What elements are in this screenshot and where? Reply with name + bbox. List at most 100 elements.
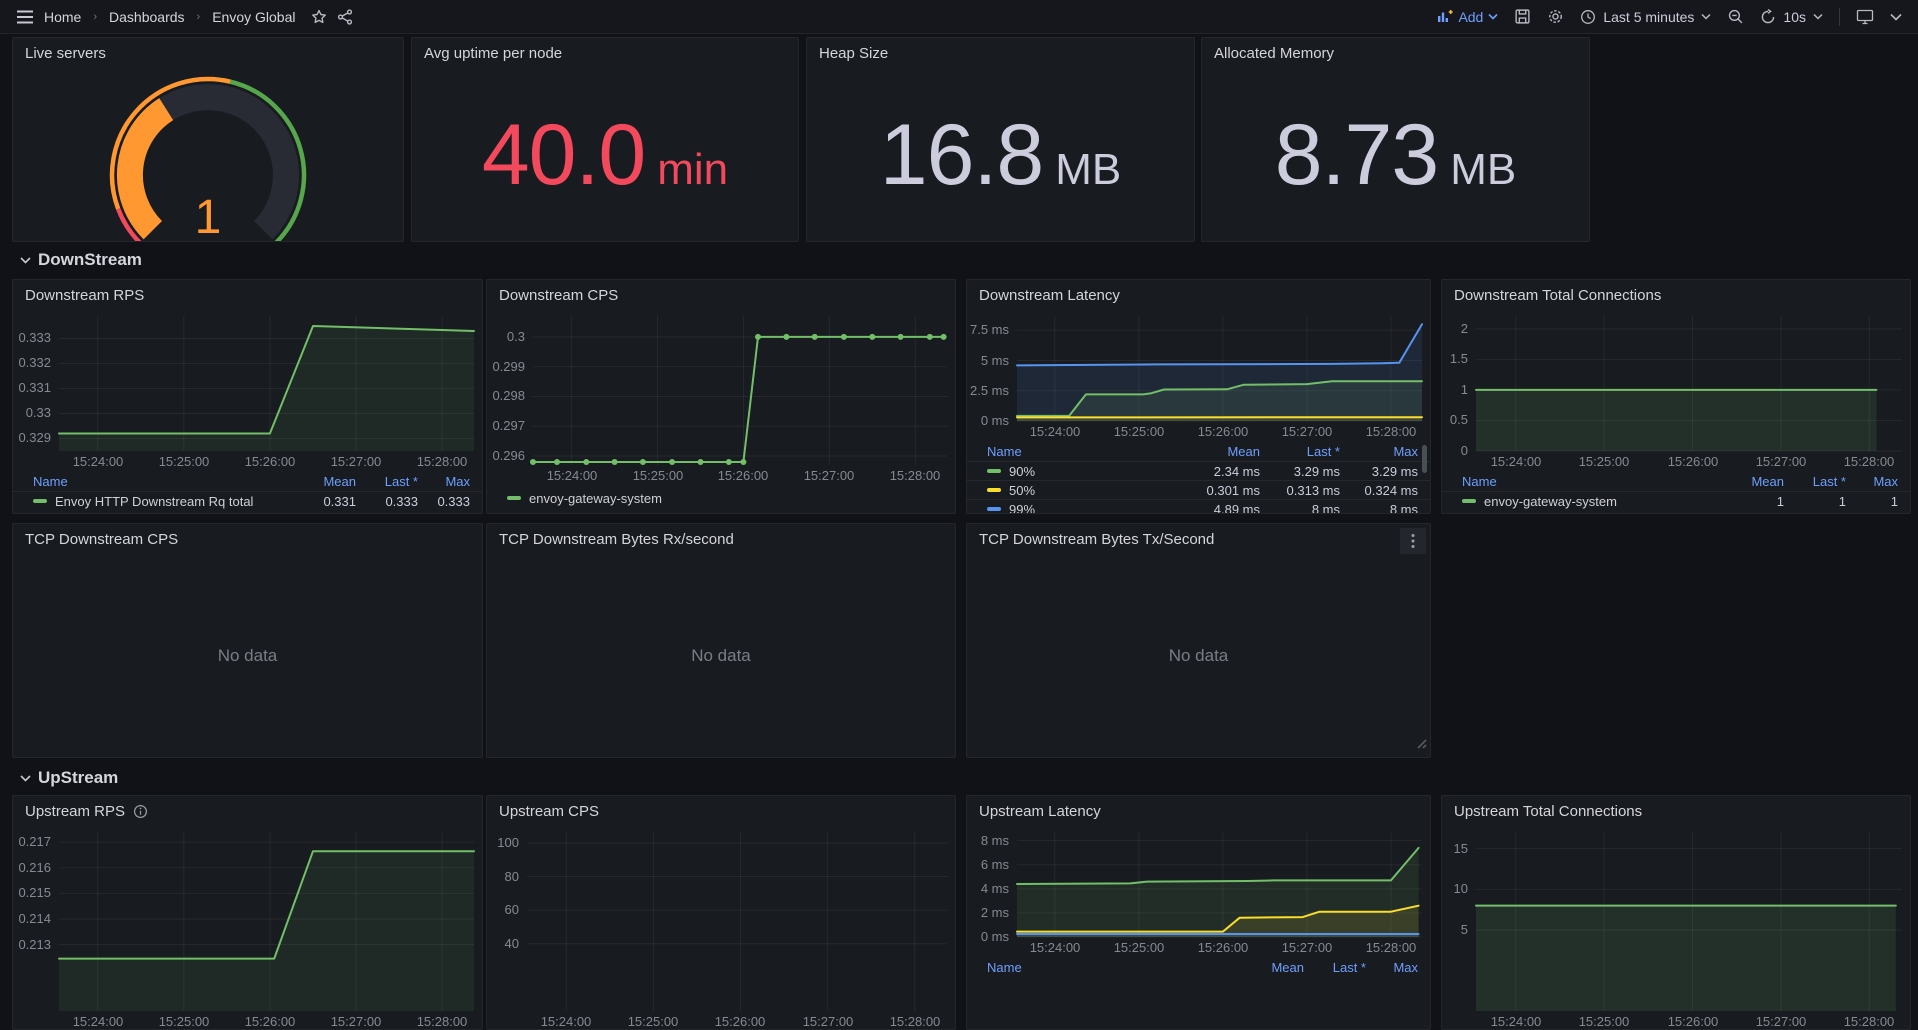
kiosk-monitor-icon[interactable] (1856, 8, 1874, 25)
timeseries-chart[interactable]: 0 ms2 ms4 ms6 ms8 ms15:24:0015:25:0015:2… (967, 826, 1430, 957)
legend-column-name[interactable]: Name (987, 444, 1180, 459)
timeseries-chart[interactable]: 40608010015:24:0015:25:0015:26:0015:27:0… (487, 826, 955, 1030)
timeseries-chart[interactable]: 5101515:24:0015:25:0015:26:0015:27:0015:… (1442, 826, 1910, 1030)
legend-label[interactable]: 90% (1009, 464, 1035, 479)
zoom-out-time-icon[interactable] (1727, 8, 1744, 25)
star-icon[interactable] (311, 9, 327, 25)
panel-title[interactable]: Downstream CPS (487, 280, 955, 310)
legend-value: 0.301 ms (1180, 483, 1260, 498)
panel-title[interactable]: Downstream Latency (967, 280, 1430, 310)
refresh-picker[interactable]: 10s (1760, 9, 1823, 25)
legend-column-last[interactable]: Last * (1784, 474, 1846, 489)
panel-downstream-total-connections: Downstream Total Connections 00.511.5215… (1441, 279, 1911, 514)
y-tick-label: 0.214 (13, 911, 51, 927)
chevron-down-icon (20, 257, 31, 264)
legend-column-last[interactable]: Last * (1260, 444, 1340, 459)
time-range-picker[interactable]: Last 5 minutes (1580, 9, 1711, 25)
y-tick-label: 0.331 (13, 380, 51, 396)
legend-column-mean[interactable]: Mean (1180, 444, 1260, 459)
legend-column-max[interactable]: Max (418, 474, 470, 489)
legend-item[interactable]: envoy-gateway-system111 (1442, 491, 1910, 510)
breadcrumb-home[interactable]: Home (44, 9, 81, 25)
legend-label[interactable]: envoy-gateway-system (1484, 494, 1617, 509)
add-button[interactable]: Add (1437, 9, 1498, 25)
legend-label[interactable]: Envoy HTTP Downstream Rq total (55, 494, 253, 509)
panel-title[interactable]: Heap Size (807, 38, 1194, 68)
panel-title[interactable]: Upstream Total Connections (1442, 796, 1910, 826)
panel-resize-handle[interactable] (1414, 736, 1428, 755)
legend-column-max[interactable]: Max (1366, 960, 1418, 975)
legend-column-name[interactable]: Name (33, 474, 286, 489)
legend-column-mean[interactable]: Mean (1714, 474, 1784, 489)
panel-tcp-downstream-bytes-tx: TCP Downstream Bytes Tx/Second No data (966, 523, 1431, 758)
timeseries-chart[interactable]: 00.511.5215:24:0015:25:0015:26:0015:27:0… (1442, 310, 1910, 471)
legend-column-name[interactable]: Name (987, 960, 1234, 975)
breadcrumb-dashboards[interactable]: Dashboards (109, 9, 185, 25)
chevron-down-icon (20, 775, 31, 782)
section-header-downstream[interactable]: DownStream (20, 250, 142, 270)
legend-column-last[interactable]: Last * (356, 474, 418, 489)
legend-item[interactable]: envoy-gateway-system (487, 485, 955, 511)
legend-value: 1 (1784, 494, 1846, 509)
legend-value: 0.333 (418, 494, 470, 509)
navbar-divider (1839, 8, 1840, 26)
dashboard-settings-gear-icon[interactable] (1547, 8, 1564, 25)
panel-title[interactable]: Downstream Total Connections (1442, 280, 1910, 310)
legend-swatch (987, 469, 1001, 473)
x-tick-label: 15:25:00 (608, 1014, 698, 1030)
y-tick-label: 15 (1442, 841, 1468, 857)
panel-upstream-latency: Upstream Latency 0 ms2 ms4 ms6 ms8 ms15:… (966, 795, 1431, 1030)
chevron-down-icon[interactable] (1890, 13, 1902, 21)
panel-title[interactable]: Upstream RPS (13, 796, 482, 826)
save-dashboard-icon[interactable] (1514, 8, 1531, 25)
legend: NameMeanLast *Max Envoy HTTP Downstream R… (13, 471, 482, 514)
panel-title[interactable]: TCP Downstream Bytes Tx/Second (967, 524, 1430, 554)
legend-item[interactable]: 50%0.301 ms0.313 ms0.324 ms (967, 480, 1430, 499)
legend-value: 0.331 (286, 494, 356, 509)
section-header-upstream[interactable]: UpStream (20, 768, 118, 788)
timeseries-chart[interactable]: 0 ms2.5 ms5 ms7.5 ms15:24:0015:25:0015:2… (967, 310, 1430, 441)
legend-value: 0.333 (356, 494, 418, 509)
legend-label[interactable]: envoy-gateway-system (529, 491, 662, 506)
y-tick-label: 0.298 (487, 388, 525, 404)
y-tick-label: 0 ms (967, 413, 1009, 429)
panel-title[interactable]: Upstream Latency (967, 796, 1430, 826)
panel-title[interactable]: Avg uptime per node (412, 38, 798, 68)
legend-value: 0.313 ms (1260, 483, 1340, 498)
timeseries-chart[interactable]: 0.3290.330.3310.3320.33315:24:0015:25:00… (13, 310, 482, 471)
legend-column-name[interactable]: Name (1462, 474, 1714, 489)
y-tick-label: 60 (487, 902, 519, 918)
y-tick-label: 40 (487, 936, 519, 952)
legend-scrollbar[interactable] (1422, 445, 1427, 473)
legend-label[interactable]: 99% (1009, 502, 1035, 515)
timeseries-chart[interactable]: 0.2130.2140.2150.2160.21715:24:0015:25:0… (13, 826, 482, 1030)
legend-item[interactable]: Envoy HTTP Downstream Rq total0.3310.333… (13, 491, 482, 510)
x-tick-label: 15:28:00 (1824, 1014, 1911, 1030)
panel-upstream-total-connections: Upstream Total Connections 5101515:24:00… (1441, 795, 1911, 1030)
stat-value: 16.8 (880, 112, 1043, 198)
x-tick-label: 15:25:00 (139, 1014, 229, 1030)
legend-item[interactable]: 90%2.34 ms3.29 ms3.29 ms (967, 461, 1430, 480)
legend-column-mean[interactable]: Mean (286, 474, 356, 489)
panel-title[interactable]: Allocated Memory (1202, 38, 1589, 68)
legend-column-mean[interactable]: Mean (1234, 960, 1304, 975)
panel-menu-kebab-icon[interactable] (1400, 528, 1426, 554)
panel-title[interactable]: Downstream RPS (13, 280, 482, 310)
legend-column-max[interactable]: Max (1846, 474, 1898, 489)
y-tick-label: 1.5 (1442, 351, 1468, 367)
legend-item[interactable]: 99%4.89 ms8 ms8 ms (967, 499, 1430, 514)
panel-upstream-rps: Upstream RPS 0.2130.2140.2150.2160.21715… (12, 795, 483, 1030)
legend-column-last[interactable]: Last * (1304, 960, 1366, 975)
add-panel-icon (1437, 9, 1453, 24)
timeseries-chart[interactable]: 0.2960.2970.2980.2990.315:24:0015:25:001… (487, 310, 955, 485)
breadcrumb-current[interactable]: Envoy Global (212, 9, 295, 25)
panel-title[interactable]: Upstream CPS (487, 796, 955, 826)
hamburger-menu-icon[interactable] (16, 10, 34, 24)
x-tick-label: 15:25:00 (1094, 424, 1184, 440)
legend-label[interactable]: 50% (1009, 483, 1035, 498)
panel-title[interactable]: TCP Downstream CPS (13, 524, 482, 554)
legend-column-max[interactable]: Max (1340, 444, 1418, 459)
panel-title[interactable]: Live servers (13, 38, 403, 68)
panel-title[interactable]: TCP Downstream Bytes Rx/second (487, 524, 955, 554)
share-icon[interactable] (337, 9, 353, 25)
